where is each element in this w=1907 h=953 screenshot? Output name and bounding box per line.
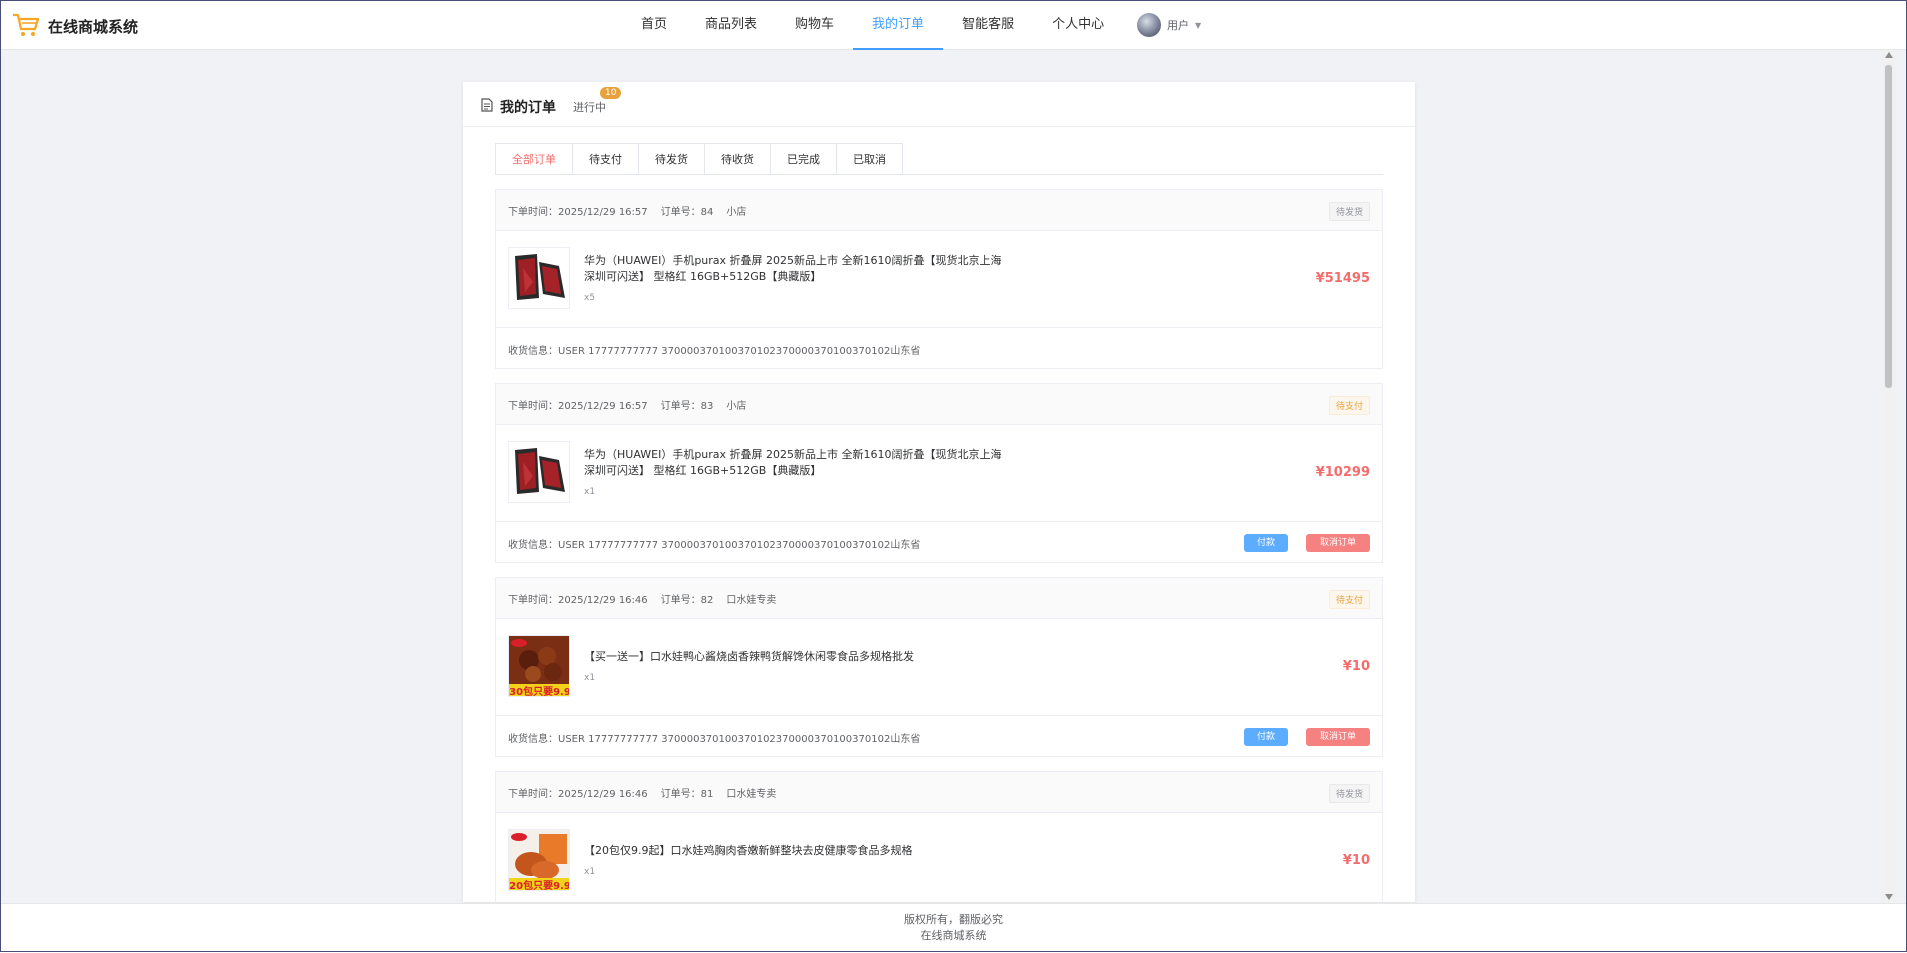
status-badge: 待支付 [1328,590,1370,609]
scrollbar-thumb[interactable] [1884,64,1893,389]
tabs-divider [495,174,1383,175]
main-nav: 首页 商品列表 购物车 我的订单 智能客服 个人中心 [622,0,1123,50]
footer-site-name: 在线商城系统 [920,929,987,942]
brand[interactable]: 在线商城系统 [12,12,138,41]
quantity: x1 [584,487,596,497]
product-image-snack[interactable]: 20包只要9.9 [508,829,570,891]
page-title: 我的订单 [500,100,556,116]
cancel-order-button[interactable]: 取消订单 [1306,728,1370,746]
shop-name[interactable]: 小店 [726,203,746,218]
nav-home[interactable]: 首页 [622,0,686,50]
nav-profile[interactable]: 个人中心 [1033,0,1123,50]
scroll-down-arrow-icon[interactable] [1885,894,1893,900]
card-header: 我的订单 进行中 10 [463,82,1415,127]
chevron-down-icon: ▼ [1195,20,1202,30]
order-list: 下单时间：2025/12/29 16:57 订单号：84 小店 待发货 华为（H… [495,189,1383,902]
orders-card: 我的订单 进行中 10 全部订单 待支付 待发货 待收货 已完成 已取消 下单时… [463,82,1415,902]
order-item[interactable]: 华为（HUAWEI）手机purax 折叠屏 2025新品上市 全新1610阔折叠… [496,231,1382,328]
order-item[interactable]: 30包只要9.9 【买一送一】口水娃鸭心酱烧卤香辣鸭货解馋休闲零食品多规格批发 … [496,619,1382,716]
nav-customer-service[interactable]: 智能客服 [943,0,1033,50]
status-badge: 待支付 [1328,396,1370,415]
tab-all-orders[interactable]: 全部订单 [495,143,573,175]
product-name[interactable]: 华为（HUAWEI）手机purax 折叠屏 2025新品上市 全新1610阔折叠… [584,447,1004,479]
top-navbar: 在线商城系统 首页 商品列表 购物车 我的订单 智能客服 个人中心 用户 ▼ [0,0,1907,50]
order-time: 下单时间：2025/12/29 16:57 [508,207,648,218]
order-header: 下单时间：2025/12/29 16:46 订单号：82 口水娃专卖 待支付 [496,578,1382,619]
nav-cart[interactable]: 购物车 [776,0,853,50]
in-progress-label: 进行中 [573,101,606,114]
svg-text:20包只要9.9: 20包只要9.9 [509,879,570,891]
avatar [1137,13,1161,37]
order-header: 下单时间：2025/12/29 16:57 订单号：84 小店 待发货 [496,190,1382,231]
order-card: 下单时间：2025/12/29 16:57 订单号：84 小店 待发货 华为（H… [495,189,1383,369]
copyright-text: 版权所有，翻版必究 [904,913,1003,926]
product-image-phone[interactable] [508,441,570,503]
order-footer: 收货信息：USER 17777777777 370000370100370102… [496,522,1382,562]
order-price: ¥10 [1342,853,1370,868]
order-header: 下单时间：2025/12/29 16:46 订单号：81 口水娃专卖 待发货 [496,772,1382,813]
user-label: 用户 [1167,19,1189,32]
product-image-phone[interactable] [508,247,570,309]
tab-completed[interactable]: 已完成 [771,143,837,175]
shipping-info: 收货信息：USER 17777777777 370000370100370102… [508,540,921,551]
tab-pending-payment[interactable]: 待支付 [573,143,639,175]
order-price: ¥10 [1342,659,1370,674]
pay-button[interactable]: 付款 [1244,534,1288,552]
status-badge: 待发货 [1328,202,1370,221]
order-item[interactable]: 华为（HUAWEI）手机purax 折叠屏 2025新品上市 全新1610阔折叠… [496,425,1382,522]
pay-button[interactable]: 付款 [1244,728,1288,746]
scroll-up-arrow-icon[interactable] [1885,52,1893,58]
page-footer: 版权所有，翻版必究 在线商城系统 [0,903,1907,953]
order-number: 订单号：84 [660,207,714,218]
order-card: 下单时间：2025/12/29 16:46 订单号：81 口水娃专卖 待发货 2… [495,771,1383,902]
shipping-info: 收货信息：USER 17777777777 370000370100370102… [508,346,921,357]
in-progress-count-badge: 10 [600,87,622,99]
user-menu[interactable]: 用户 ▼ [1137,13,1201,37]
tab-pending-receipt[interactable]: 待收货 [705,143,771,175]
order-time: 下单时间：2025/12/29 16:57 [508,401,648,412]
order-time: 下单时间：2025/12/29 16:46 [508,595,648,606]
order-card: 下单时间：2025/12/29 16:57 订单号：83 小店 待支付 华为（H… [495,383,1383,563]
document-icon [481,98,493,115]
brand-title: 在线商城系统 [48,18,139,36]
order-number: 订单号：81 [660,789,714,800]
order-number: 订单号：83 [660,401,714,412]
order-footer: 收货信息：USER 17777777777 370000370100370102… [496,328,1382,368]
nav-my-orders[interactable]: 我的订单 [853,0,944,50]
tab-cancelled[interactable]: 已取消 [837,143,903,175]
order-card: 下单时间：2025/12/29 16:46 订单号：82 口水娃专卖 待支付 3… [495,577,1383,757]
shop-name[interactable]: 口水娃专卖 [726,785,776,800]
quantity: x1 [584,867,596,877]
shop-name[interactable]: 口水娃专卖 [726,591,776,606]
quantity: x5 [584,293,596,303]
order-time: 下单时间：2025/12/29 16:46 [508,789,648,800]
svg-text:30包只要9.9: 30包只要9.9 [509,685,570,697]
product-name[interactable]: 【买一送一】口水娃鸭心酱烧卤香辣鸭货解馋休闲零食品多规格批发 [584,649,1004,665]
shipping-info: 收货信息：USER 17777777777 370000370100370102… [508,734,921,745]
order-price: ¥51495 [1315,271,1370,286]
shop-name[interactable]: 小店 [726,397,746,412]
cancel-order-button[interactable]: 取消订单 [1306,534,1370,552]
order-price: ¥10299 [1315,465,1370,480]
order-item[interactable]: 20包只要9.9 【20包仅9.9起】口水娃鸡胸肉香嫩新鲜整块去皮健康零食品多规… [496,813,1382,902]
shopping-cart-icon [12,12,40,41]
order-tabs: 全部订单 待支付 待发货 待收货 已完成 已取消 [495,143,903,175]
product-image-snack[interactable]: 30包只要9.9 [508,635,570,697]
quantity: x1 [584,673,596,683]
tab-pending-shipment[interactable]: 待发货 [639,143,705,175]
nav-products[interactable]: 商品列表 [686,0,776,50]
order-footer: 收货信息：USER 17777777777 370000370100370102… [496,716,1382,756]
product-name[interactable]: 【20包仅9.9起】口水娃鸡胸肉香嫩新鲜整块去皮健康零食品多规格 [584,843,1004,859]
page-scrollbar[interactable] [1882,50,1896,902]
order-header: 下单时间：2025/12/29 16:57 订单号：83 小店 待支付 [496,384,1382,425]
product-name[interactable]: 华为（HUAWEI）手机purax 折叠屏 2025新品上市 全新1610阔折叠… [584,253,1004,285]
status-badge: 待发货 [1328,784,1370,803]
order-number: 订单号：82 [660,595,714,606]
